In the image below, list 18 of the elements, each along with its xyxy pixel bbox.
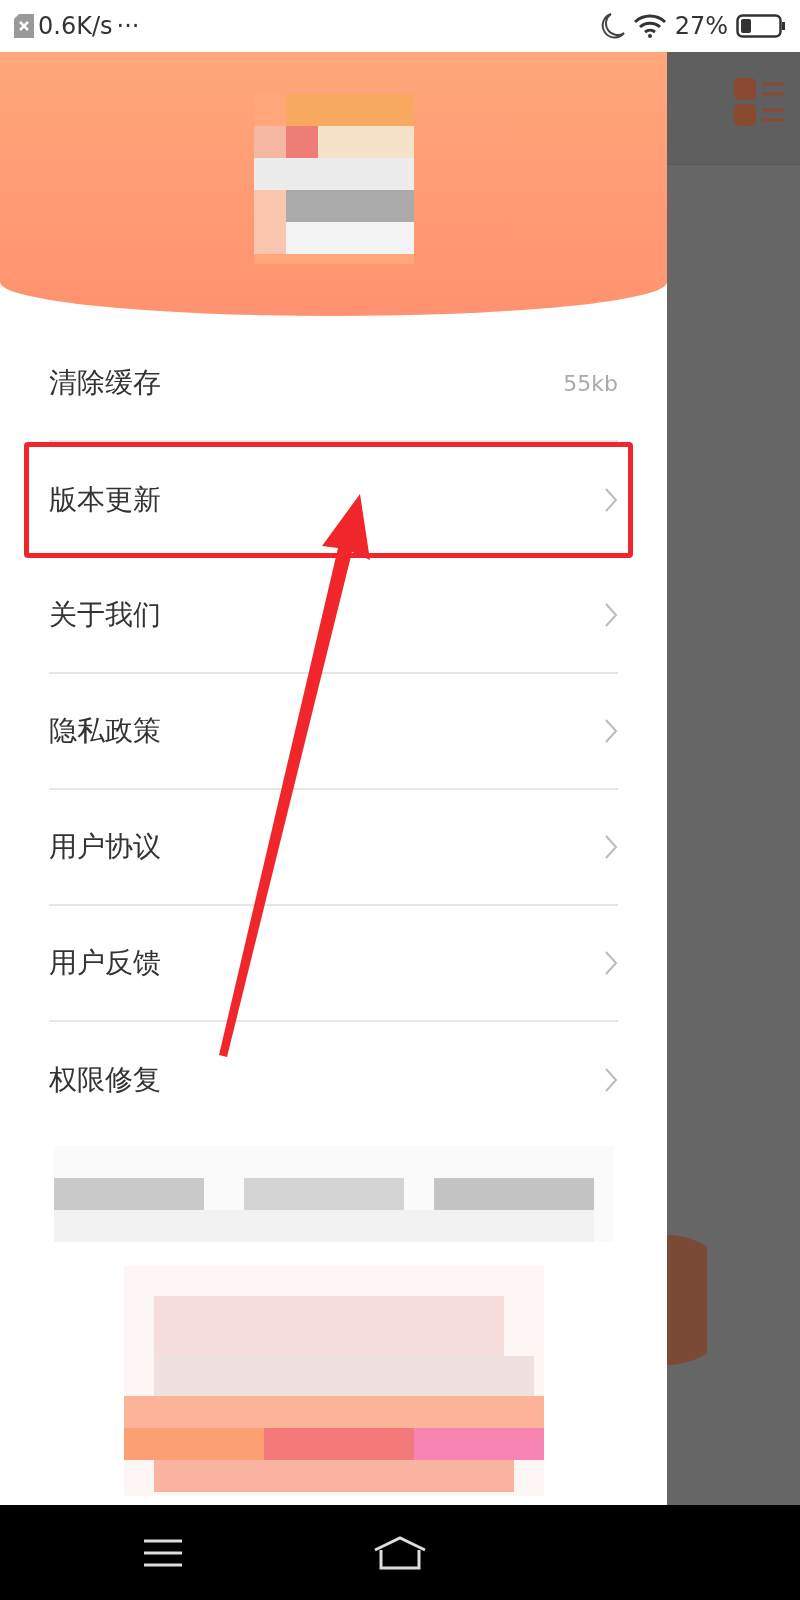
menu-item[interactable]: 清除缓存 55kb xyxy=(49,326,618,442)
home-icon[interactable] xyxy=(373,1535,427,1570)
chevron-icon xyxy=(604,718,618,744)
menu-item[interactable]: 权限修复 xyxy=(49,1022,618,1138)
wifi-icon xyxy=(632,14,667,38)
more-indicator: ··· xyxy=(116,11,140,42)
battery-percent: 27% xyxy=(674,11,728,42)
moon-icon xyxy=(600,13,625,39)
menu-icon[interactable] xyxy=(143,1537,182,1568)
chevron-icon xyxy=(604,487,618,513)
chevron-icon xyxy=(604,602,618,628)
network-speed: 0.6K/s xyxy=(38,11,113,42)
menu-item[interactable]: 版本更新 xyxy=(24,442,633,558)
sim-icon xyxy=(14,14,34,38)
battery-icon xyxy=(736,14,786,38)
chevron-icon xyxy=(604,834,618,860)
chevron-icon xyxy=(604,950,618,976)
chevron-icon xyxy=(604,1067,618,1093)
